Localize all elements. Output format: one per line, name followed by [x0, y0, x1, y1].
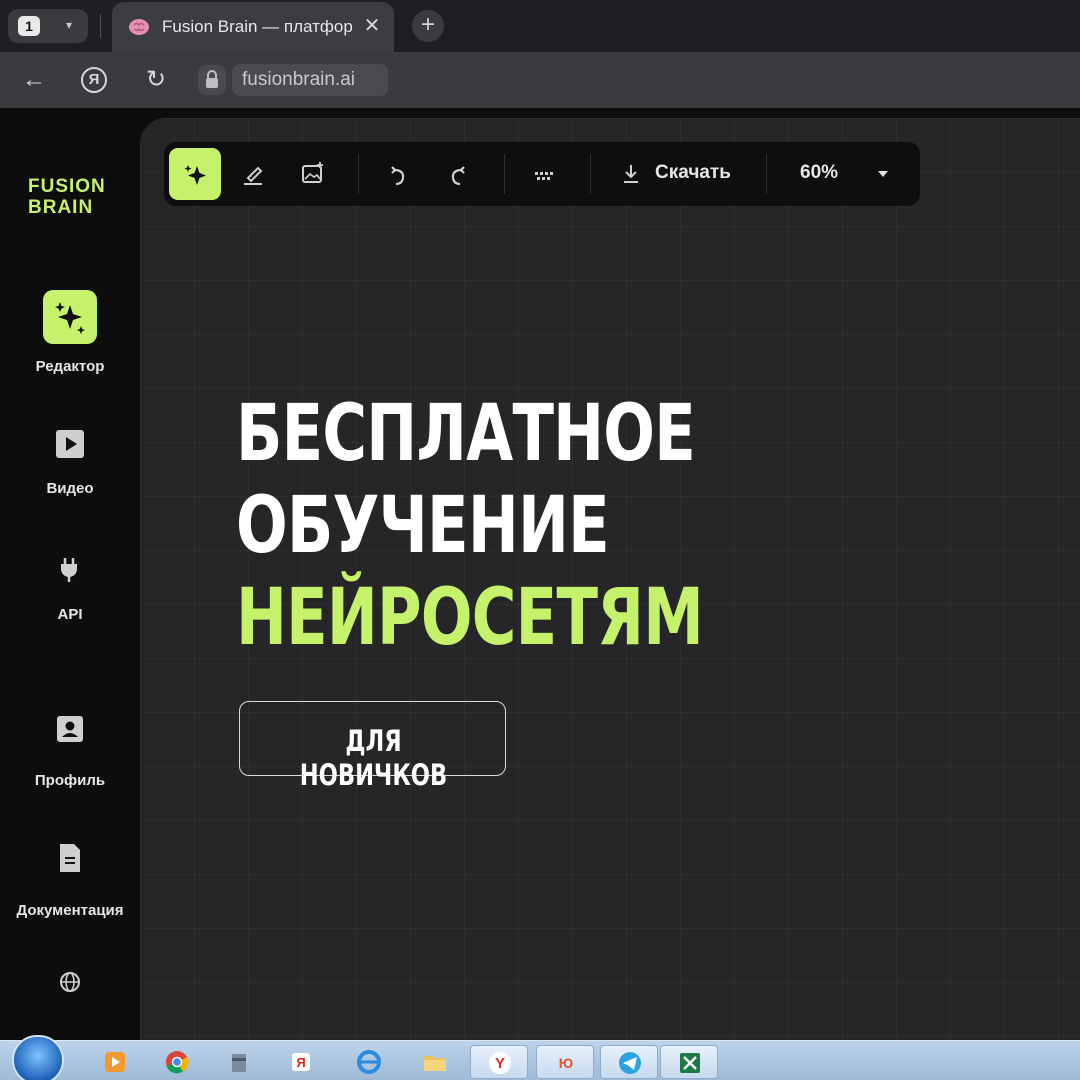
eraser-tool-button[interactable]	[227, 148, 279, 200]
fusion-brain-logo: FUSION BRAIN	[28, 176, 106, 218]
back-arrow-icon[interactable]: ←	[18, 64, 50, 96]
chevron-down-icon: ▾	[66, 18, 73, 32]
windows-start-button[interactable]	[12, 1035, 64, 1080]
for-beginners-button[interactable]: ДЛЯ НОВИЧКОВ	[239, 701, 506, 792]
ya-widget-icon[interactable]: Ю	[536, 1045, 594, 1079]
svg-text:Я: Я	[296, 1055, 305, 1070]
close-tab-icon[interactable]: ✕	[360, 12, 384, 40]
yandex-icon[interactable]: Я	[78, 64, 110, 96]
telegram-icon[interactable]	[600, 1045, 658, 1079]
brain-favicon-icon	[129, 19, 149, 35]
toolbar-separator	[766, 154, 767, 194]
editor-toolbar: Скачать 60%	[164, 142, 920, 206]
sidebar-item-profile[interactable]: Профиль	[0, 714, 140, 789]
sidebar-item-editor[interactable]: Редактор	[0, 290, 140, 375]
chevron-down-icon[interactable]	[876, 168, 890, 180]
sidebar-item-label: Документация	[16, 902, 124, 919]
file-explorer-icon[interactable]	[406, 1045, 464, 1079]
sidebar-item-label: API	[57, 606, 83, 623]
sidebar-item-api[interactable]: API	[0, 554, 140, 623]
generate-tool-button[interactable]	[169, 148, 221, 200]
yandex-app-icon[interactable]: Y	[470, 1045, 528, 1079]
archive-icon[interactable]	[210, 1045, 268, 1079]
svg-text:Y: Y	[495, 1055, 505, 1072]
lock-icon[interactable]	[198, 65, 226, 95]
browser-tab-active[interactable]: Fusion Brain — платфор ✕	[112, 2, 394, 52]
add-image-icon	[302, 162, 323, 183]
yandex-browser-icon[interactable]: Я	[272, 1045, 330, 1079]
windows-taskbar: Я Y Ю	[0, 1035, 1080, 1080]
toolbar-separator	[504, 154, 505, 194]
redo-icon	[451, 166, 465, 186]
globe-icon	[60, 972, 80, 992]
tab-counter-button[interactable]: 1 ▾	[8, 9, 88, 43]
tab-count: 1	[18, 16, 40, 36]
for-beginners-label: ДЛЯ НОВИЧКОВ	[299, 724, 448, 792]
plug-icon	[61, 558, 77, 582]
eraser-icon	[244, 166, 263, 185]
keyboard-icon	[535, 172, 553, 180]
undo-button[interactable]	[372, 148, 424, 200]
logo-line-2: BRAIN	[28, 197, 94, 218]
sparkle-icon	[184, 165, 206, 185]
headline-line-2: ОБУЧЕНИЕ	[236, 481, 610, 571]
media-player-icon[interactable]	[86, 1045, 144, 1079]
logo-line-1: FUSION	[28, 176, 106, 197]
sidebar-item-label: Профиль	[34, 772, 106, 789]
headline-line-1: БЕСПЛАТНОЕ	[236, 389, 696, 479]
undo-icon	[391, 166, 405, 186]
internet-explorer-icon[interactable]	[340, 1045, 398, 1079]
tab-separator	[100, 14, 101, 38]
sparkle-icon	[43, 290, 97, 344]
svg-text:Ю: Ю	[559, 1055, 573, 1071]
document-icon	[60, 844, 80, 872]
profile-card-icon	[57, 716, 83, 742]
headline-line-3: НЕЙРОСЕТЯМ	[236, 573, 704, 663]
promo-headline: БЕСПЛАТНОЕ ОБУЧЕНИЕ НЕЙРОСЕТЯМ	[236, 388, 704, 664]
sidebar-item-label: Редактор	[35, 358, 105, 375]
sidebar-item-docs[interactable]: Документация	[0, 842, 140, 919]
toolbar-separator	[358, 154, 359, 194]
add-image-tool-button[interactable]	[287, 148, 339, 200]
sidebar-item-label: Видео	[46, 480, 94, 497]
address-url-field[interactable]: fusionbrain.ai	[232, 64, 388, 96]
sidebar-item-video[interactable]: Видео	[0, 428, 140, 497]
video-play-icon	[56, 430, 84, 458]
chrome-icon[interactable]	[148, 1045, 206, 1079]
tab-title: Fusion Brain — платфор	[162, 17, 353, 36]
sidebar: FUSION BRAIN Редактор Видео API Профиль …	[0, 108, 140, 1040]
download-icon[interactable]	[620, 162, 642, 186]
excel-icon[interactable]	[660, 1045, 718, 1079]
redo-button[interactable]	[432, 148, 484, 200]
browser-address-bar: ← Я ↻ fusionbrain.ai	[0, 52, 1080, 108]
keyboard-shortcuts-button[interactable]	[519, 148, 571, 200]
download-button[interactable]: Скачать	[655, 162, 731, 184]
toolbar-separator	[590, 154, 591, 194]
browser-tab-bar: 1 ▾ Fusion Brain — платфор ✕ +	[0, 0, 1080, 52]
zoom-level[interactable]: 60%	[800, 162, 838, 184]
sidebar-item-language[interactable]	[0, 970, 140, 994]
new-tab-button[interactable]: +	[412, 10, 444, 42]
reload-icon[interactable]: ↻	[140, 64, 172, 96]
